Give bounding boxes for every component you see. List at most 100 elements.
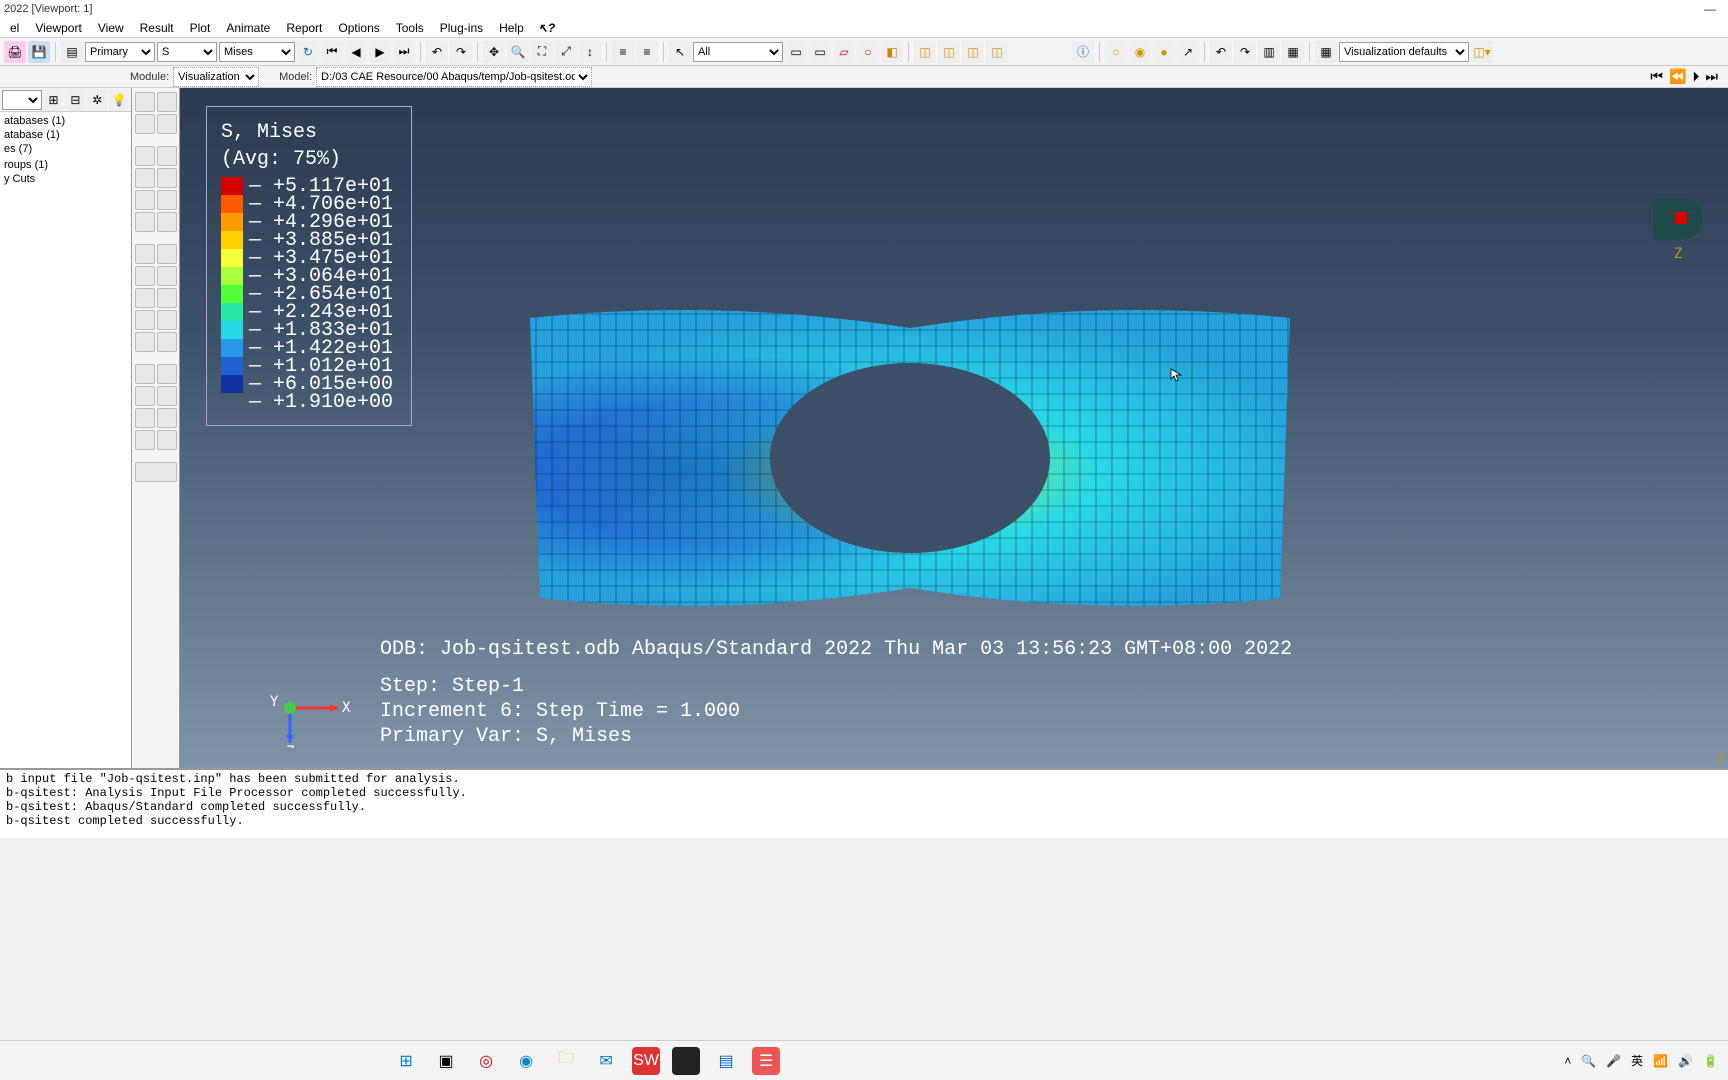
toolbox-btn[interactable] (157, 114, 177, 134)
toolbox-btn[interactable] (157, 212, 177, 232)
view-triad[interactable]: Z (1648, 198, 1708, 278)
minimize-button[interactable]: — (1696, 2, 1724, 16)
tray-wifi-icon[interactable]: 📶 (1653, 1054, 1668, 1068)
tree-node[interactable]: es (7) (4, 142, 127, 156)
viewport[interactable]: S, Mises (Avg: 75%) — +5.117e+01— +4.706… (180, 88, 1728, 768)
tree-node[interactable]: atabase (1) (4, 128, 127, 142)
iso3-icon[interactable]: ◫ (962, 41, 984, 63)
refresh-icon[interactable]: ↻ (297, 41, 319, 63)
anim-first-icon[interactable]: ⏮ (1650, 68, 1663, 85)
toolbox-btn[interactable] (157, 332, 177, 352)
tray-search-icon[interactable]: 🔍 (1581, 1054, 1596, 1068)
last-frame-icon[interactable]: ⏭ (393, 41, 415, 63)
windows-taskbar[interactable]: ⊞ ▣ ◎ ◉ 🗀 ✉ SW ▤ ☰ ˄ 🔍 🎤 英 📶 🔊 🔋 (0, 1040, 1728, 1080)
tree-node[interactable]: y Cuts (4, 172, 127, 186)
circle2-icon[interactable]: ◉ (1129, 41, 1151, 63)
toolbox-btn[interactable] (135, 114, 155, 134)
toolbox-btn[interactable] (157, 244, 177, 264)
app-icon[interactable]: ◎ (472, 1047, 500, 1075)
toolbox-btn[interactable] (135, 386, 155, 406)
toolbox-btn[interactable] (157, 310, 177, 330)
toolbox-btn[interactable] (135, 92, 155, 112)
context-help-icon[interactable]: ↖? (538, 21, 555, 35)
variable-component-select[interactable]: Mises (219, 42, 295, 62)
redo2-icon[interactable]: ↷ (1234, 41, 1256, 63)
iso2-icon[interactable]: ◫ (938, 41, 960, 63)
toolbox-btn[interactable] (135, 266, 155, 286)
toolbox-btn[interactable] (135, 332, 155, 352)
info-icon[interactable]: ⓘ (1072, 41, 1094, 63)
toolbox-btn[interactable] (135, 212, 155, 232)
tray-chevron-icon[interactable]: ˄ (1564, 1054, 1571, 1068)
circle3-icon[interactable]: ● (1153, 41, 1175, 63)
toolbox-btn[interactable] (135, 310, 155, 330)
toolbox-btn[interactable] (157, 168, 177, 188)
cube-icon[interactable]: ◫▾ (1471, 41, 1493, 63)
toolbox-btn[interactable] (135, 408, 155, 428)
model-select[interactable]: D:/03 CAE Resource/00 Abaqus/temp/Job-qs… (316, 67, 592, 87)
toolbox-btn[interactable] (135, 146, 155, 166)
select-add-icon[interactable]: ▭ (809, 41, 831, 63)
toolbox-btn[interactable] (135, 244, 155, 264)
toolbox-btn[interactable] (135, 364, 155, 384)
model-tree[interactable]: atabases (1) atabase (1) es (7) roups (1… (0, 112, 131, 188)
toolbox-btn[interactable] (157, 266, 177, 286)
toolbox-btn[interactable] (157, 386, 177, 406)
task-view-icon[interactable]: ▣ (432, 1047, 460, 1075)
first-frame-icon[interactable]: ⏮ (321, 41, 343, 63)
layers-icon[interactable]: ▤ (61, 41, 83, 63)
variable-letter-select[interactable]: S (157, 42, 217, 62)
anim-play-icon[interactable]: ⏵ (1692, 68, 1699, 85)
selection-filter-select[interactable]: All (693, 42, 783, 62)
undo2-icon[interactable]: ↶ (1210, 41, 1232, 63)
align-right-icon[interactable]: ≡ (636, 41, 658, 63)
tray-battery-icon[interactable]: 🔋 (1703, 1054, 1718, 1068)
solidworks-icon[interactable]: SW (632, 1047, 660, 1075)
triad-rotation-icon[interactable] (1653, 198, 1703, 240)
toolbox-btn[interactable] (157, 146, 177, 166)
iso4-icon[interactable]: ◫ (986, 41, 1008, 63)
toolbox-btn[interactable] (135, 288, 155, 308)
render-defaults-select[interactable]: Visualization defaults (1339, 42, 1469, 62)
align-left-icon[interactable]: ≡ (612, 41, 634, 63)
tree-refresh-icon[interactable]: ✲ (87, 89, 107, 111)
system-tray[interactable]: ˄ 🔍 🎤 英 📶 🔊 🔋 (1564, 1052, 1718, 1069)
tray-volume-icon[interactable]: 🔊 (1678, 1054, 1693, 1068)
toolbox-btn[interactable] (135, 168, 155, 188)
app2-icon[interactable]: ▤ (712, 1047, 740, 1075)
tree-collapse-icon[interactable]: ⊟ (65, 89, 85, 111)
render-style-icon[interactable]: ▦ (1315, 41, 1337, 63)
sort-icon[interactable]: ↕ (579, 41, 601, 63)
anim-last-icon[interactable]: ⏭ (1705, 68, 1718, 85)
tree-filter-select[interactable] (2, 90, 42, 110)
zoom-box-icon[interactable]: ⛶ (531, 41, 553, 63)
message-area[interactable]: b input file "Job-qsitest.inp" has been … (0, 768, 1728, 838)
chart-icon[interactable]: ▥ (1258, 41, 1280, 63)
pointer-icon[interactable]: ↖ (669, 41, 691, 63)
toolbox-btn[interactable] (157, 430, 177, 450)
start-icon[interactable]: ⊞ (392, 1047, 420, 1075)
explorer-icon[interactable]: 🗀 (552, 1047, 580, 1075)
fit-icon[interactable]: ⤢ (555, 41, 577, 63)
select-box-icon[interactable]: ▭ (785, 41, 807, 63)
menu-result[interactable]: Result (132, 21, 182, 35)
tree-node[interactable]: roups (1) (4, 158, 127, 172)
menu-viewport[interactable]: Viewport (27, 21, 89, 35)
menu-options[interactable]: Options (330, 21, 387, 35)
tree-expand-icon[interactable]: ⊞ (44, 89, 64, 111)
print-icon[interactable]: 🖨 (4, 41, 26, 63)
edge-icon[interactable]: ◉ (512, 1047, 540, 1075)
variable-type-select[interactable]: Primary (85, 42, 155, 62)
zoom-icon[interactable]: 🔍 (507, 41, 529, 63)
pan-icon[interactable]: ✥ (483, 41, 505, 63)
toolbox-btn[interactable] (157, 288, 177, 308)
terminal-icon[interactable] (672, 1047, 700, 1075)
circle1-icon[interactable]: ○ (1105, 41, 1127, 63)
tray-ime-icon[interactable]: 英 (1631, 1052, 1643, 1069)
menu-el[interactable]: el (2, 21, 27, 35)
app3-icon[interactable]: ☰ (752, 1047, 780, 1075)
toolbox-btn[interactable] (135, 462, 177, 482)
menu-plot[interactable]: Plot (182, 21, 219, 35)
menu-animate[interactable]: Animate (218, 21, 278, 35)
select-circle-icon[interactable]: ○ (857, 41, 879, 63)
